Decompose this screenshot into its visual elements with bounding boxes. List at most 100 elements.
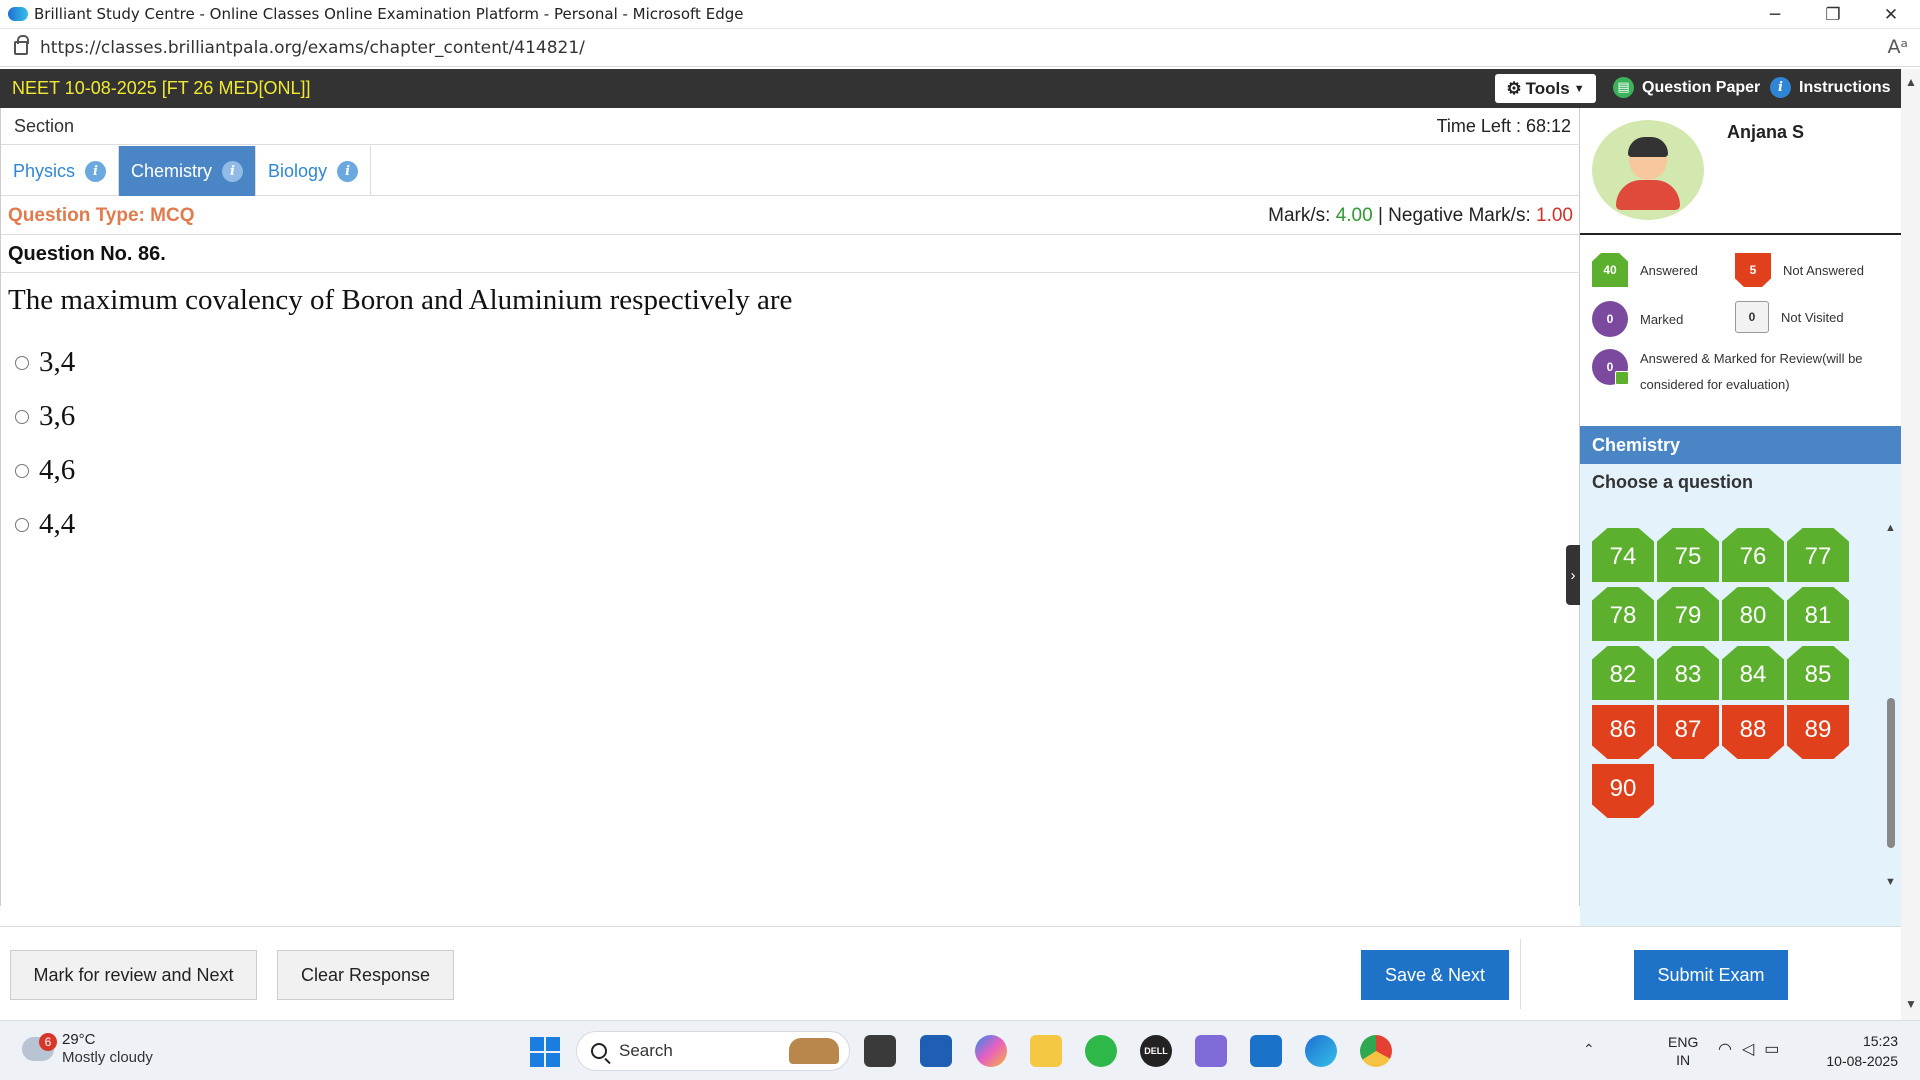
- question-palette-button[interactable]: 89: [1787, 705, 1849, 759]
- address-bar[interactable]: https://classes.brilliantpala.org/exams/…: [0, 30, 1920, 67]
- question-palette-button[interactable]: 80: [1722, 587, 1784, 641]
- positive-marks: 4.00: [1335, 205, 1373, 226]
- wifi-icon[interactable]: ◠: [1718, 1039, 1732, 1059]
- question-paper-link[interactable]: ▤ Question Paper: [1613, 77, 1760, 98]
- radio-button[interactable]: [15, 355, 29, 370]
- scroll-up-icon[interactable]: ▲: [1885, 522, 1896, 534]
- chevron-up-icon[interactable]: ⌃: [1583, 1041, 1595, 1058]
- question-palette-button[interactable]: 74: [1592, 528, 1654, 582]
- taskbar-search[interactable]: Search: [576, 1031, 850, 1071]
- system-tray[interactable]: ◠ ◁ ▭: [1718, 1039, 1779, 1059]
- palette-scrollbar[interactable]: ▲ ▼: [1885, 518, 1897, 898]
- marks-prefix: Mark/s:: [1268, 205, 1331, 226]
- question-palette-button[interactable]: 90: [1592, 764, 1654, 818]
- chevron-right-icon: ›: [1570, 566, 1576, 584]
- url-text[interactable]: https://classes.brilliantpala.org/exams/…: [40, 38, 585, 58]
- maximize-button[interactable]: ❐: [1804, 0, 1862, 29]
- date: 10-08-2025: [1826, 1053, 1898, 1069]
- time: 15:23: [1862, 1033, 1898, 1049]
- minimize-button[interactable]: ─: [1746, 0, 1804, 29]
- question-type: Question Type: MCQ: [8, 205, 195, 226]
- mark-for-review-button[interactable]: Mark for review and Next: [10, 950, 257, 1000]
- chrome-icon[interactable]: [1360, 1035, 1392, 1067]
- section-bar: Section Time Left : 68:12: [1, 108, 1581, 145]
- action-footer: Mark for review and Next Clear Response …: [0, 926, 1901, 1020]
- question-palette-button[interactable]: 86: [1592, 705, 1654, 759]
- question-palette-button[interactable]: 78: [1592, 587, 1654, 641]
- scroll-down-icon[interactable]: ▼: [1905, 997, 1917, 1011]
- question-palette-button[interactable]: 83: [1657, 646, 1719, 700]
- question-palette-button[interactable]: 75: [1657, 528, 1719, 582]
- question-palette-button[interactable]: 81: [1787, 587, 1849, 641]
- candidate-name: Anjana S: [1727, 122, 1805, 142]
- tab-physics[interactable]: Physics i: [1, 146, 120, 196]
- tab-chemistry[interactable]: Chemistry i: [119, 146, 257, 196]
- radio-button[interactable]: [15, 463, 29, 478]
- question-palette-button[interactable]: 79: [1657, 587, 1719, 641]
- start-button[interactable]: [530, 1037, 560, 1067]
- close-button[interactable]: ✕: [1862, 0, 1920, 29]
- scroll-thumb[interactable]: [1887, 698, 1895, 848]
- tools-dropdown-button[interactable]: ⚙ Tools ▼: [1495, 74, 1596, 103]
- info-icon[interactable]: i: [85, 160, 107, 182]
- battery-icon[interactable]: ▭: [1764, 1039, 1779, 1059]
- legend-label: Answered: [1640, 262, 1698, 278]
- copilot-icon[interactable]: [975, 1035, 1007, 1067]
- file-explorer-icon[interactable]: [1030, 1035, 1062, 1067]
- legend-label: Not Visited: [1781, 309, 1844, 325]
- read-aloud-icon[interactable]: Aᵃ: [1888, 36, 1908, 58]
- choose-question-label: Choose a question: [1592, 472, 1754, 492]
- tab-label: Biology: [268, 160, 328, 181]
- task-view-icon[interactable]: [864, 1035, 896, 1067]
- volume-icon[interactable]: ◁: [1742, 1039, 1754, 1059]
- scroll-up-icon[interactable]: ▲: [1905, 75, 1917, 89]
- scroll-down-icon[interactable]: ▼: [1885, 876, 1896, 888]
- not-answered-badge: 5: [1735, 253, 1771, 287]
- app-icon[interactable]: [1195, 1035, 1227, 1067]
- question-number: Question No. 86.: [8, 243, 166, 265]
- language-indicator[interactable]: ENG IN: [1668, 1033, 1698, 1069]
- option-1[interactable]: 3,4: [15, 346, 75, 379]
- question-palette-button[interactable]: 85: [1787, 646, 1849, 700]
- tab-biology[interactable]: Biology i: [256, 146, 372, 196]
- question-palette-button[interactable]: 76: [1722, 528, 1784, 582]
- radio-button[interactable]: [15, 409, 29, 424]
- weather-widget[interactable]: 6 29°C Mostly cloudy: [22, 1031, 153, 1067]
- radio-button[interactable]: [15, 517, 29, 532]
- question-palette-button[interactable]: 84: [1722, 646, 1784, 700]
- tab-label: Physics: [13, 160, 76, 181]
- lock-icon[interactable]: [14, 35, 29, 55]
- outlook-icon[interactable]: [1250, 1035, 1282, 1067]
- page-scrollbar[interactable]: ▲ ▼: [1901, 69, 1920, 1020]
- info-icon[interactable]: i: [337, 160, 359, 182]
- clock[interactable]: 15:23 10-08-2025: [1826, 1031, 1898, 1071]
- windows-logo-tile: [546, 1053, 560, 1067]
- clear-response-button[interactable]: Clear Response: [277, 950, 454, 1000]
- option-4[interactable]: 4,4: [15, 508, 75, 541]
- question-palette-button[interactable]: 88: [1722, 705, 1784, 759]
- temperature: 29°C: [62, 1031, 96, 1048]
- option-2[interactable]: 3,6: [15, 400, 75, 433]
- legend-label: Not Answered: [1783, 262, 1864, 278]
- section-label: Section: [14, 116, 75, 136]
- question-palette-button[interactable]: 87: [1657, 705, 1719, 759]
- question-type-bar: Question Type: MCQ Mark/s: 4.00 | Negati…: [1, 197, 1581, 235]
- option-label: 4,6: [39, 454, 76, 486]
- legend-label: Answered & Marked for Review(will be con…: [1640, 351, 1863, 392]
- question-palette-button[interactable]: 77: [1787, 528, 1849, 582]
- option-3[interactable]: 4,6: [15, 454, 75, 487]
- edge-icon[interactable]: [1305, 1035, 1337, 1067]
- question-palette-button[interactable]: 82: [1592, 646, 1654, 700]
- negative-marks-prefix: | Negative Mark/s:: [1377, 205, 1531, 226]
- tab-label: Chemistry: [131, 160, 213, 181]
- info-icon[interactable]: i: [222, 160, 244, 182]
- instructions-link[interactable]: i Instructions: [1770, 77, 1891, 98]
- whatsapp-icon[interactable]: [1085, 1035, 1117, 1067]
- submit-exam-button[interactable]: Submit Exam: [1634, 950, 1788, 1000]
- legend-not-answered: 5 Not Answered: [1735, 253, 1864, 287]
- search-label: Search: [619, 1041, 673, 1060]
- panel-collapse-toggle[interactable]: ›: [1566, 545, 1580, 605]
- save-next-button[interactable]: Save & Next: [1361, 950, 1509, 1000]
- store-icon[interactable]: [920, 1035, 952, 1067]
- dell-icon[interactable]: DELL: [1140, 1035, 1172, 1067]
